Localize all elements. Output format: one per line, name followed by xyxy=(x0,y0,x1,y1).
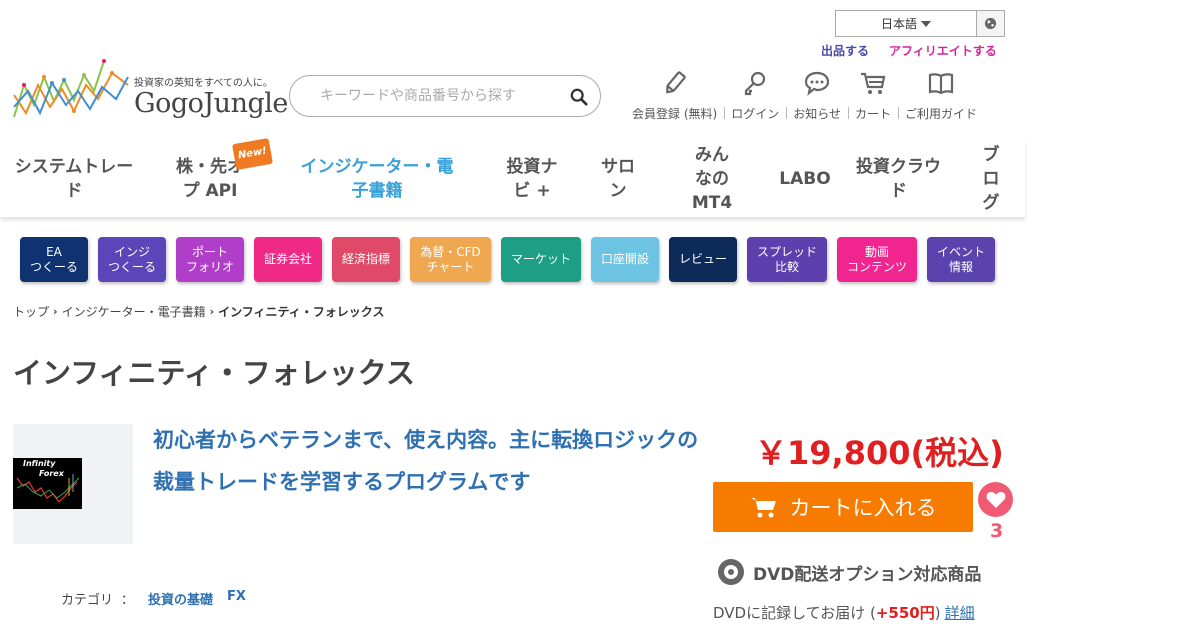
category-colon: ： xyxy=(121,593,135,608)
thumb-text-1: Infinity xyxy=(23,459,56,468)
login-link[interactable]: ログイン xyxy=(724,70,786,122)
dvd-detail-link[interactable]: 詳細 xyxy=(945,604,975,622)
logo-tagline: 投資家の英知をすべての人に。 xyxy=(134,78,273,89)
dvd-note-prefix: DVDに記録してお届け ( xyxy=(713,604,876,622)
nav-minna-mt4[interactable]: みんなの MT4 xyxy=(654,140,770,217)
affiliate-link[interactable]: アフィリエイトする xyxy=(889,42,997,59)
category-buttons: EA つくーる インジ つくーる ポート フォリオ 証券会社 経済指標 為替・CFD チ… xyxy=(20,237,995,282)
nav-invest-navi[interactable]: 投資ナビ + xyxy=(482,140,582,217)
register-link[interactable]: 会員登録 (無料) xyxy=(625,70,724,122)
add-to-cart-button[interactable]: カートに入れる xyxy=(713,482,973,532)
site-logo[interactable]: 投資家の英知をすべての人に。 GogoJungle xyxy=(12,55,288,125)
category-label: カテゴリ xyxy=(61,593,114,608)
cat-ea-tool[interactable]: EA つくーる xyxy=(20,237,88,282)
breadcrumb-top[interactable]: トップ xyxy=(13,303,49,320)
page-title: インフィニティ・フォレックス xyxy=(13,356,415,390)
dvd-option: DVD配送オプション対応商品 xyxy=(717,558,981,586)
new-badge: New! xyxy=(232,137,273,171)
category-link-basics[interactable]: 投資の基礎 xyxy=(148,589,213,608)
login-label: ログイン xyxy=(731,107,780,121)
breadcrumb: トップ › インジケーター・電子書籍 › インフィニティ・フォレックス xyxy=(13,303,384,320)
cart-link[interactable]: カート xyxy=(847,70,898,122)
cart-icon xyxy=(750,498,776,518)
search-input[interactable] xyxy=(320,88,570,104)
main-nav: システムトレード 株・先オプ API New! インジケーター・電子書籍 投資ナ… xyxy=(0,137,1025,217)
nav-labo[interactable]: LABO xyxy=(770,140,840,217)
cat-indi-tool[interactable]: インジ つくーる xyxy=(98,237,166,282)
chevron-right-icon: › xyxy=(53,305,58,318)
dvd-note-suffix: ) xyxy=(934,604,941,622)
dvd-title: DVD配送オプション対応商品 xyxy=(753,564,982,585)
cat-portfolio[interactable]: ポート フォリオ xyxy=(176,237,244,282)
nav-stock-api[interactable]: 株・先オプ API New! xyxy=(148,137,273,217)
chevron-right-icon: › xyxy=(209,305,215,318)
language-dropdown[interactable]: 日本語 xyxy=(836,11,977,36)
nav-salon[interactable]: サロン xyxy=(582,140,654,217)
dvd-extra-price: +550円 xyxy=(875,604,935,622)
cat-fx-cfd-chart[interactable]: 為替・CFD チャート xyxy=(410,237,491,282)
product-image: Infinity Forex xyxy=(13,458,82,509)
search-icon[interactable] xyxy=(570,88,588,106)
cat-broker[interactable]: 証券会社 xyxy=(254,237,322,282)
guide-label: ご利用ガイド xyxy=(904,107,977,121)
favorite-count: 3 xyxy=(990,520,1004,542)
product-thumbnail[interactable]: Infinity Forex xyxy=(13,424,133,544)
cat-video-content[interactable]: 動画 コンテンツ xyxy=(837,237,917,282)
globe-icon[interactable] xyxy=(977,11,1004,36)
key-icon xyxy=(745,71,766,96)
breadcrumb-parent[interactable]: インジケーター・電子書籍 xyxy=(62,303,206,320)
disc-icon xyxy=(718,559,744,585)
category-link-fx[interactable]: FX xyxy=(227,589,246,608)
language-selector[interactable]: 日本語 xyxy=(835,10,1005,37)
nav-invest-cloud[interactable]: 投資クラウド xyxy=(840,140,957,217)
notice-label: お知らせ xyxy=(793,107,841,121)
speech-bubble-icon xyxy=(804,71,830,96)
breadcrumb-current: インフィニティ・フォレックス xyxy=(218,305,385,319)
cat-review[interactable]: レビュー xyxy=(669,237,737,282)
cat-market[interactable]: マーケット xyxy=(501,237,581,282)
logo-mark-icon xyxy=(13,59,129,118)
cat-account-open[interactable]: 口座開設 xyxy=(591,237,659,282)
pencil-icon xyxy=(665,71,686,94)
cat-economic-indicator[interactable]: 経済指標 xyxy=(332,237,400,282)
cat-event-info[interactable]: イベント 情報 xyxy=(927,237,995,282)
cart-icon xyxy=(860,72,886,94)
search-box xyxy=(289,75,601,117)
guide-link[interactable]: ご利用ガイド xyxy=(897,70,984,122)
product-headline: 初心者からベテランまで、使え内容。主に転換ロジックの裁量トレードを学習するプログ… xyxy=(153,428,699,494)
cart-label: カート xyxy=(854,107,891,121)
heart-icon xyxy=(986,491,1005,508)
cat-spread-compare[interactable]: スプレッド 比較 xyxy=(747,237,827,282)
nav-indicator-ebook[interactable]: インジケーター・電子書籍 xyxy=(272,140,482,217)
triangle-down-icon xyxy=(921,20,931,27)
category-row: カテゴリ ： 投資の基礎 FX xyxy=(61,589,246,608)
nav-blog[interactable]: ブログ xyxy=(957,140,1025,217)
thumb-text-2: Forex xyxy=(39,469,64,478)
sell-link[interactable]: 出品する xyxy=(821,42,869,59)
book-icon xyxy=(928,73,954,95)
favorite-button[interactable] xyxy=(978,482,1013,517)
dvd-note: DVDに記録してお届け (+550円) 詳細 xyxy=(713,602,975,623)
register-label: 会員登録 (無料) xyxy=(632,107,718,121)
nav-system-trade[interactable]: システムトレード xyxy=(0,140,148,217)
notice-link[interactable]: お知らせ xyxy=(786,70,848,122)
language-label: 日本語 xyxy=(880,17,917,31)
add-to-cart-label: カートに入れる xyxy=(789,496,937,520)
product-price: ￥19,800(税込) xyxy=(755,434,1004,472)
logo-brand: GogoJungle xyxy=(134,88,288,119)
